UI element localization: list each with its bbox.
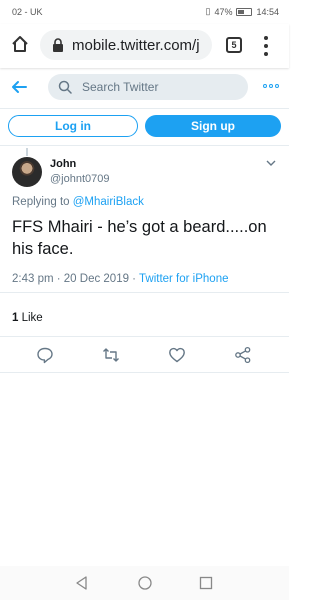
like-icon[interactable]	[168, 346, 186, 364]
battery-icon	[236, 7, 253, 16]
status-bar: 02 - UK ▯ 47% 14:54	[0, 0, 289, 24]
signup-button[interactable]: Sign up	[145, 115, 281, 137]
twitter-header: Search Twitter	[0, 68, 289, 108]
replying-to-link[interactable]: @MhairiBlack	[73, 196, 144, 208]
tweet-meta: 2:43 pm · 20 Dec 2019 · Twitter for iPho…	[12, 273, 228, 285]
like-count[interactable]: 1 Like	[12, 312, 43, 324]
retweet-icon[interactable]	[102, 346, 120, 364]
tab-switcher-button[interactable]: 5	[226, 37, 242, 53]
share-icon[interactable]	[234, 346, 252, 364]
lock-icon	[53, 38, 63, 52]
divider	[0, 372, 289, 373]
author-name[interactable]: John	[50, 158, 76, 170]
tweet-text: FFS Mhairi - he’s got a beard.....on his…	[12, 218, 267, 258]
tweet-actions	[0, 340, 289, 370]
tweet-timestamp[interactable]: 2:43 pm · 20 Dec 2019 ·	[12, 273, 139, 285]
search-placeholder: Search Twitter	[82, 80, 159, 94]
clock: 14:54	[256, 6, 279, 17]
url-text: mobile.twitter.com/j	[72, 36, 200, 54]
back-arrow-icon[interactable]	[10, 78, 28, 96]
search-input[interactable]: Search Twitter	[48, 74, 248, 100]
author-handle[interactable]: @johnt0709	[50, 173, 110, 185]
more-options-icon[interactable]	[263, 84, 279, 88]
nav-recents-icon[interactable]	[198, 575, 214, 591]
like-label: Like	[18, 312, 43, 324]
search-icon	[58, 80, 72, 94]
url-bar[interactable]: mobile.twitter.com/j	[40, 30, 212, 60]
home-icon[interactable]	[10, 34, 30, 54]
divider	[0, 292, 289, 293]
battery-percent: 47%	[214, 6, 233, 17]
system-nav-bar	[0, 566, 289, 600]
replying-to: Replying to @MhairiBlack	[12, 196, 144, 208]
carrier-label: 02 - UK	[12, 7, 43, 17]
thread-line	[26, 148, 28, 156]
page: 02 - UK ▯ 47% 14:54 mobile.twitter.com/j…	[0, 0, 289, 600]
status-right: ▯ 47% 14:54	[206, 6, 280, 17]
nav-back-icon[interactable]	[74, 575, 90, 591]
browser-toolbar: mobile.twitter.com/j 5	[0, 24, 289, 68]
divider	[0, 108, 289, 109]
login-button[interactable]: Log in	[8, 115, 138, 137]
avatar[interactable]	[12, 157, 42, 187]
browser-menu-icon[interactable]	[262, 36, 270, 56]
vibrate-icon: ▯	[205, 6, 211, 16]
tweet-source[interactable]: Twitter for iPhone	[139, 273, 228, 285]
nav-home-icon[interactable]	[137, 575, 153, 591]
divider	[0, 145, 289, 146]
divider	[0, 336, 289, 337]
replying-prefix: Replying to	[12, 196, 73, 208]
reply-icon[interactable]	[36, 346, 54, 364]
chevron-down-icon[interactable]	[265, 158, 277, 168]
